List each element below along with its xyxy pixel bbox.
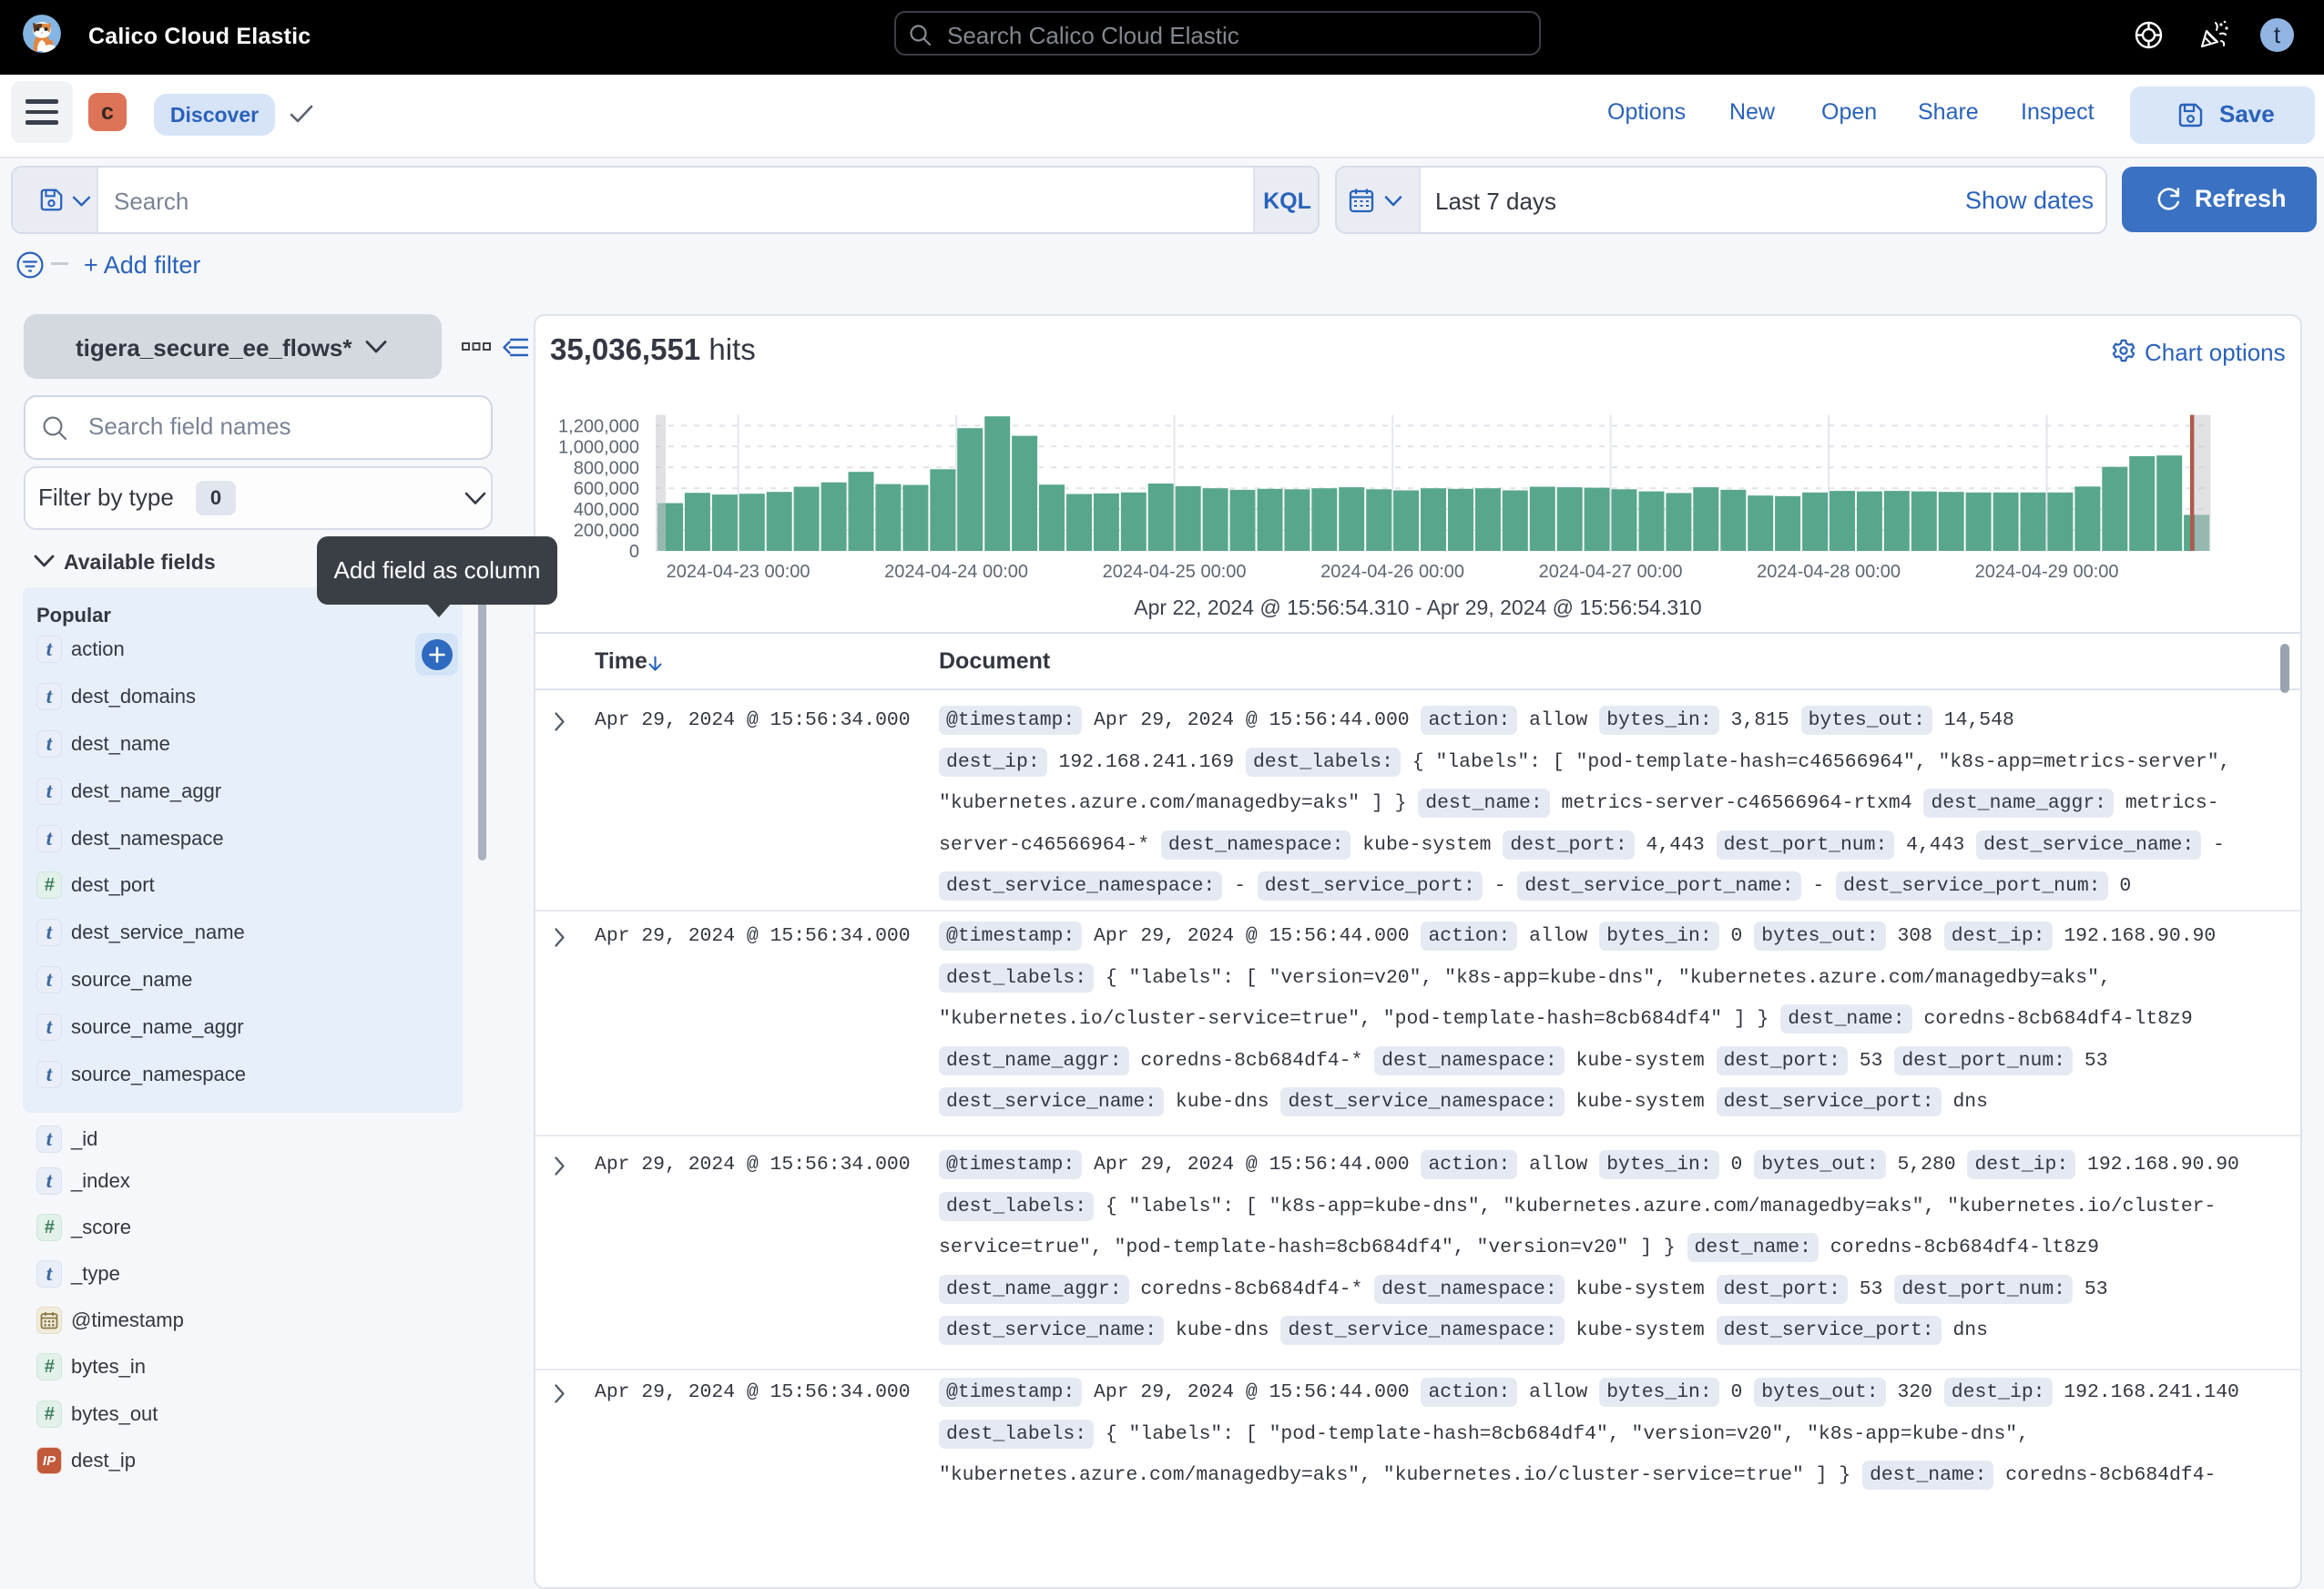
svg-text:2024-04-27 00:00: 2024-04-27 00:00 xyxy=(1539,562,1683,582)
svg-text:2024-04-23 00:00: 2024-04-23 00:00 xyxy=(667,562,810,582)
svg-text:2024-04-28 00:00: 2024-04-28 00:00 xyxy=(1757,562,1901,582)
svg-text:2024-04-25 00:00: 2024-04-25 00:00 xyxy=(1103,562,1247,582)
svg-text:1,200,000: 1,200,000 xyxy=(558,416,639,436)
svg-text:1,000,000: 1,000,000 xyxy=(558,437,639,457)
svg-text:2024-04-24 00:00: 2024-04-24 00:00 xyxy=(884,562,1028,582)
svg-text:600,000: 600,000 xyxy=(574,479,639,499)
svg-text:2024-04-26 00:00: 2024-04-26 00:00 xyxy=(1320,562,1464,582)
svg-text:800,000: 800,000 xyxy=(574,458,639,478)
svg-text:400,000: 400,000 xyxy=(574,500,639,520)
svg-text:0: 0 xyxy=(629,542,639,562)
svg-text:2024-04-29 00:00: 2024-04-29 00:00 xyxy=(1975,562,2119,582)
svg-text:200,000: 200,000 xyxy=(574,521,639,541)
